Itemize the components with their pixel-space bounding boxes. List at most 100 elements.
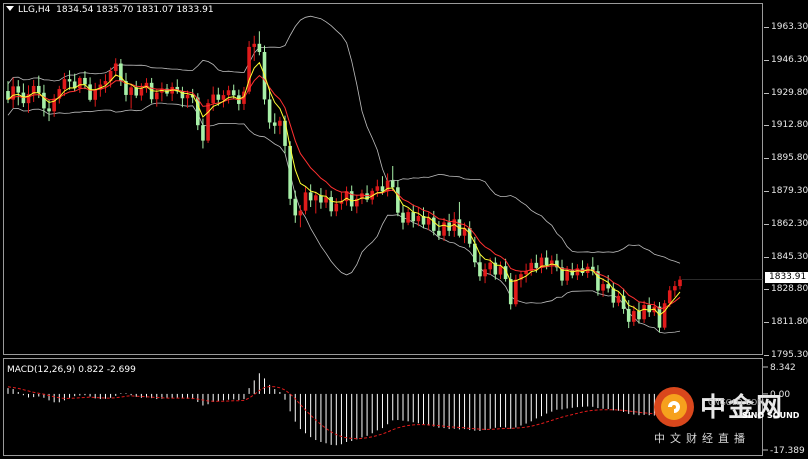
candle-body — [431, 217, 436, 231]
brand-sound: SINO SOUND — [742, 411, 800, 420]
candle-body — [201, 125, 205, 141]
candle-body — [329, 197, 333, 212]
candle-body — [36, 85, 41, 93]
candle-body — [544, 257, 549, 265]
candle-body — [334, 203, 339, 212]
price-axis-label: 1895.80 — [771, 153, 808, 164]
price-axis-tick — [764, 158, 769, 160]
candle-body — [632, 311, 636, 322]
brand-logo-icon — [654, 387, 694, 427]
candle-body — [308, 192, 313, 201]
candle-body — [678, 279, 682, 287]
candle-body — [216, 94, 221, 100]
price-axis-label: 1828.80 — [771, 284, 808, 295]
price-axis-label: 1946.30 — [771, 54, 808, 65]
candle-body — [601, 284, 605, 291]
candle-body — [611, 288, 616, 303]
price-axis-tick — [764, 92, 769, 94]
price-axis-tick — [764, 223, 769, 225]
price-axis-label: 1795.30 — [771, 350, 808, 360]
price-axis-label: 1879.30 — [771, 186, 808, 196]
candle-body — [411, 212, 416, 222]
candle-body — [616, 295, 621, 303]
candle-body — [396, 187, 400, 213]
price-axis-label: 1963.30 — [771, 22, 808, 32]
candle-body — [83, 77, 87, 85]
price-axis-label: 1811.80 — [771, 317, 808, 328]
candle-body — [380, 186, 385, 192]
candle-body — [231, 90, 236, 96]
candle-body — [514, 279, 518, 305]
candle-body — [16, 86, 21, 93]
candle-body — [442, 222, 446, 236]
price-axis-label: 1845.30 — [771, 251, 808, 262]
price-axis-tick — [764, 355, 769, 356]
candle-body — [313, 195, 318, 201]
candle-body — [62, 79, 67, 90]
candle-body — [637, 311, 641, 320]
candle-body — [221, 95, 226, 100]
candle-body — [272, 122, 277, 126]
moving-average-5-line — [7, 61, 681, 316]
chart-window: 8.342 0.00 -17.389 LLG,H4 1834.54 1835.70 … — [0, 0, 808, 459]
candle-body — [626, 308, 631, 322]
price-axis-tick — [764, 59, 769, 61]
price-axis-tick — [764, 289, 769, 291]
candle-body — [211, 94, 215, 104]
candle-body — [78, 77, 82, 89]
candle-body — [283, 120, 287, 146]
candle-body — [185, 94, 190, 99]
candle-body — [642, 305, 646, 320]
price-axis-tick — [764, 191, 769, 192]
candle-body — [673, 286, 677, 291]
watermark: 中金网 CNGOLD.COM SINO SOUND 中文财经直播 — [650, 385, 805, 455]
candle-body — [303, 192, 308, 211]
candle-body — [375, 186, 380, 191]
ohlc-values: 1834.54 1835.70 1831.07 1833.91 — [56, 5, 214, 15]
candle-body — [416, 215, 421, 222]
candle-body — [154, 92, 159, 100]
brand-subtitle: 中文财经直播 — [654, 432, 750, 445]
candle-body — [42, 92, 46, 109]
candle-body — [67, 79, 72, 82]
candle-body — [478, 262, 482, 277]
brand-url: CNGOLD.COM — [708, 398, 765, 407]
candle-body — [93, 89, 98, 100]
symbol-timeframe: LLG,H4 — [18, 5, 51, 15]
candle-body — [252, 43, 257, 47]
macd-signal-line — [7, 385, 681, 440]
candle-body — [534, 262, 539, 268]
macd-axis-label: 8.342 — [770, 363, 796, 373]
candle-body — [406, 212, 410, 223]
candle-body — [498, 266, 503, 275]
price-axis-label: 1929.80 — [771, 87, 808, 98]
candle-body — [278, 120, 282, 126]
candle-body — [657, 306, 662, 328]
candle-body — [565, 270, 569, 281]
price-axis-tick — [764, 125, 769, 127]
candle-body — [139, 88, 144, 96]
candle-body — [390, 180, 395, 188]
price-axis-tick — [764, 27, 769, 28]
candle-body — [267, 99, 272, 123]
candle-body — [298, 210, 303, 216]
candle-body — [226, 90, 231, 96]
candle-body — [667, 290, 672, 304]
bollinger-lower-line — [7, 102, 681, 334]
current-price-badge: 1833.91 — [765, 272, 808, 283]
dropdown-triangle-icon[interactable] — [6, 6, 14, 11]
candle-body — [129, 87, 133, 95]
price-axis-label: 1912.80 — [771, 120, 808, 131]
chart-header: LLG,H4 1834.54 1835.70 1831.07 1833.91 — [6, 5, 214, 15]
price-axis-tick — [764, 322, 769, 324]
candle-body — [47, 108, 51, 112]
candle-body — [206, 103, 210, 141]
candle-body — [488, 262, 492, 270]
candle-body — [257, 43, 262, 52]
candle-body — [88, 84, 92, 100]
candle-body — [437, 230, 441, 236]
candle-body — [483, 269, 487, 277]
macd-label: MACD(12,26,9) 0.822 -2.699 — [7, 365, 136, 375]
candle-body — [508, 279, 513, 305]
bollinger-upper-line — [7, 15, 681, 264]
